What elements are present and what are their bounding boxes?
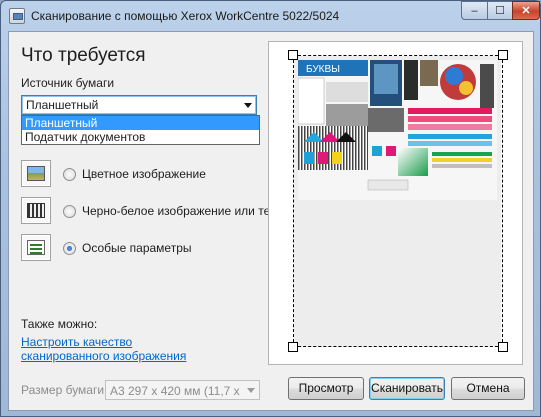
paper-source-label: Источник бумаги: [21, 76, 115, 90]
bw-option-label[interactable]: Черно-белое изображение или текст: [82, 204, 275, 218]
color-mode-option-bw[interactable]: Черно-белое изображение или текст: [21, 197, 275, 227]
custom-option-label[interactable]: Особые параметры: [82, 241, 275, 255]
crop-handle-top-right[interactable]: [498, 50, 508, 60]
cancel-button[interactable]: Отмена: [451, 377, 525, 400]
adjust-quality-link[interactable]: Настроить качество сканированного изобра…: [21, 335, 221, 363]
also-label: Также можно:: [21, 317, 98, 331]
crop-handle-bottom-left[interactable]: [288, 342, 298, 352]
chevron-down-icon[interactable]: [244, 103, 252, 108]
scan-preview-pane: БУКВЫ: [268, 41, 523, 365]
paper-size-label: Размер бумаги:: [21, 383, 108, 397]
crop-area[interactable]: [293, 55, 503, 347]
title-bar: Сканирование с помощью Xerox WorkCentre …: [1, 1, 540, 31]
scan-button[interactable]: Сканировать: [369, 377, 445, 400]
paper-source-select[interactable]: Планшетный: [21, 95, 257, 115]
custom-settings-icon[interactable]: [21, 234, 51, 261]
scan-dialog-window: Сканирование с помощью Xerox WorkCentre …: [0, 0, 541, 417]
crop-handle-bottom-right[interactable]: [498, 342, 508, 352]
color-mode-option-color[interactable]: Цветное изображение: [21, 160, 275, 190]
custom-radio[interactable]: [63, 242, 76, 255]
bw-radio[interactable]: [63, 205, 76, 218]
page-title: Что требуется: [21, 45, 146, 66]
paper-source-value: Планшетный: [26, 98, 99, 112]
color-mode-option-custom[interactable]: Особые параметры: [21, 234, 275, 264]
minimize-button[interactable]: –: [461, 1, 488, 20]
close-button[interactable]: ✕: [512, 1, 540, 20]
paper-size-value: A3 297 x 420 мм (11,7 x 16,5 дюйма): [110, 384, 244, 398]
maximize-button[interactable]: ☐: [487, 1, 513, 20]
chevron-down-icon: [247, 388, 255, 393]
black-white-text-icon[interactable]: [21, 197, 51, 224]
dialog-client-area: Что требуется Источник бумаги Планшетный…: [8, 31, 534, 411]
preview-button[interactable]: Просмотр: [288, 377, 364, 400]
window-title: Сканирование с помощью Xerox WorkCentre …: [31, 9, 340, 23]
crop-handle-top-left[interactable]: [288, 50, 298, 60]
paper-source-dropdown: Планшетный Податчик документов: [21, 115, 260, 145]
dropdown-option-flatbed[interactable]: Планшетный: [22, 116, 259, 130]
color-radio[interactable]: [63, 168, 76, 181]
color-option-label[interactable]: Цветное изображение: [82, 167, 275, 181]
color-picture-icon[interactable]: [21, 160, 51, 187]
paper-size-select: A3 297 x 420 мм (11,7 x 16,5 дюйма): [105, 380, 260, 400]
scanner-app-icon: [9, 8, 25, 24]
dropdown-option-feeder[interactable]: Податчик документов: [22, 130, 259, 144]
